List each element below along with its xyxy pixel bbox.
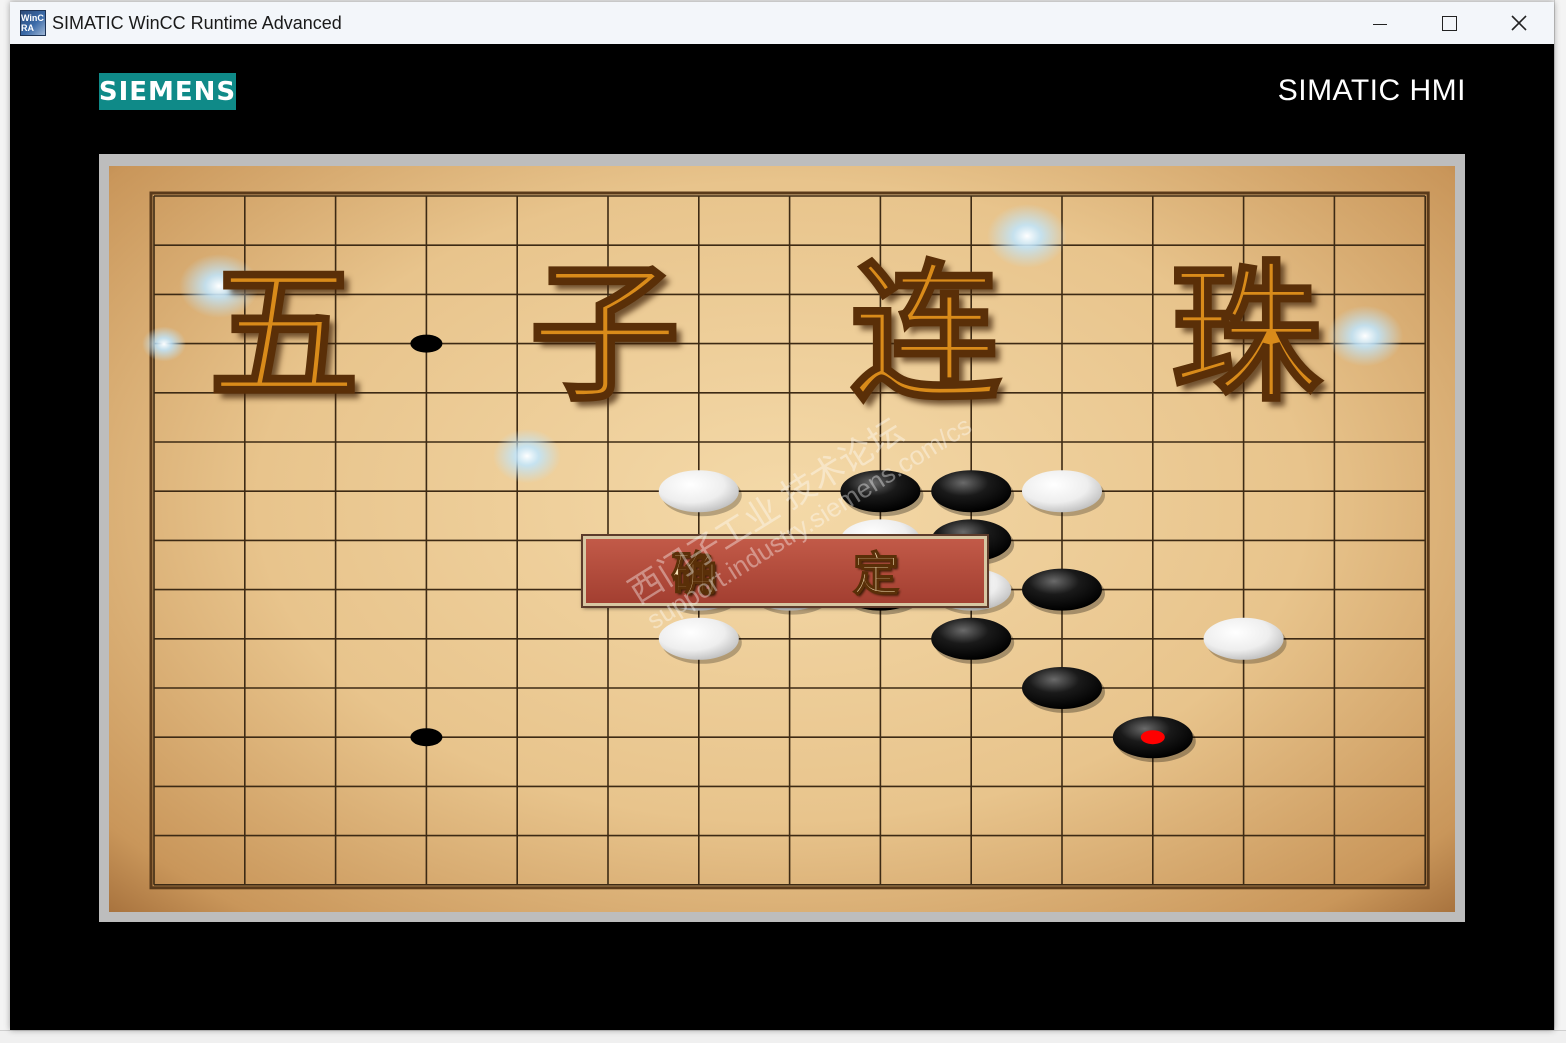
white-stone (658, 470, 739, 513)
game-screen-frame: 五 子 连 珠 确 定 西门子工业 技术论坛 support.industry.… (99, 154, 1465, 922)
game-title: 五 子 连 珠 (207, 236, 1329, 423)
white-stone (1022, 470, 1102, 513)
wincc-ra-app-icon[interactable]: WinC RA (20, 10, 46, 36)
black-stone (931, 470, 1012, 513)
hmi-screen: SIEMENS SIMATIC HMI 五 子 连 珠 确 定 西门子工业 技术… (10, 44, 1554, 1030)
title-char-4: 珠 (1169, 244, 1329, 423)
black-stone (931, 617, 1012, 660)
sparkle-effect (142, 326, 186, 362)
desktop-left-edge (0, 0, 10, 1042)
confirm-button[interactable]: 确 定 (581, 534, 989, 608)
black-stone (1022, 667, 1102, 709)
sparkle-effect (1327, 305, 1403, 367)
simatic-hmi-brand: SIMATIC HMI (1277, 74, 1466, 107)
window-title: SIMATIC WinCC Runtime Advanced (52, 12, 342, 33)
title-char-2: 子 (528, 244, 688, 423)
black-stone (840, 470, 921, 513)
black-stone (1022, 568, 1102, 611)
confirm-button-label: 确 定 (670, 546, 959, 602)
sparkle-effect (493, 428, 561, 484)
last-move-marker (1140, 730, 1165, 745)
minimize-button[interactable] (1345, 2, 1415, 44)
title-char-3: 连 (849, 244, 1009, 423)
maximize-button[interactable] (1414, 2, 1484, 44)
white-stone (1203, 617, 1284, 660)
siemens-logo: SIEMENS (99, 73, 236, 110)
star-point (410, 728, 443, 747)
desktop-bottom-edge (0, 1030, 1566, 1043)
desktop-right-edge (1554, 0, 1566, 1042)
close-icon (1511, 15, 1527, 31)
window-titlebar[interactable]: WinC RA SIMATIC WinCC Runtime Advanced (10, 2, 1554, 44)
white-stone (658, 617, 739, 660)
title-char-1: 五 (207, 244, 368, 423)
app-icon-text: WinC RA (21, 13, 44, 33)
minimize-icon (1373, 23, 1387, 25)
gomoku-board[interactable]: 五 子 连 珠 确 定 西门子工业 技术论坛 support.industry.… (109, 166, 1455, 912)
close-button[interactable] (1484, 2, 1554, 44)
maximize-icon (1441, 15, 1457, 31)
wincc-runtime-window: WinC RA SIMATIC WinCC Runtime Advanced S… (10, 2, 1554, 1030)
